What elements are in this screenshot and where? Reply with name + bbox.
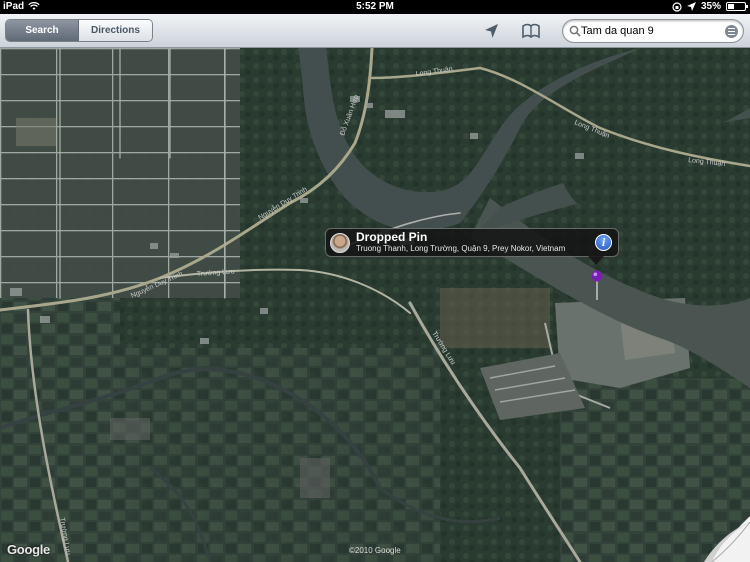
status-bar: iPad 5:52 PM 35%	[0, 0, 750, 14]
search-field[interactable]	[562, 19, 744, 43]
location-services-icon	[686, 2, 696, 11]
battery-icon	[726, 2, 748, 11]
callout-title: Dropped Pin	[356, 230, 428, 244]
info-icon[interactable]: i	[595, 234, 612, 251]
street-view-thumbnail[interactable]	[330, 233, 350, 253]
current-location-icon[interactable]	[482, 22, 502, 40]
bookmarks-icon[interactable]	[521, 22, 541, 40]
rotation-lock-icon	[672, 1, 682, 12]
map-imagery: Long Thuận Long Thuận Long Thuận Nguyễn …	[0, 48, 750, 562]
results-list-icon[interactable]	[725, 25, 738, 38]
map-copyright: ©2010 Google	[349, 546, 401, 555]
status-time: 5:52 PM	[356, 1, 394, 12]
dropped-pin-callout[interactable]: Dropped Pin Truong Thanh, Long Trường, Q…	[325, 228, 619, 265]
battery-percent: 35%	[700, 1, 721, 12]
search-tab[interactable]: Search	[6, 20, 79, 41]
toolbar: Search Directions	[0, 14, 750, 48]
callout-address: Truong Thanh, Long Trường, Quận 9, Prey …	[356, 244, 566, 253]
dropped-pin-icon[interactable]	[591, 270, 603, 300]
page-curl-icon[interactable]	[704, 516, 750, 562]
directions-tab[interactable]: Directions	[79, 20, 152, 41]
search-input[interactable]	[581, 23, 721, 39]
mode-segmented-control: Search Directions	[5, 19, 153, 42]
google-logo: Google	[7, 542, 50, 557]
search-icon	[569, 25, 581, 37]
satellite-map[interactable]: Long Thuận Long Thuận Long Thuận Nguyễn …	[0, 48, 750, 562]
